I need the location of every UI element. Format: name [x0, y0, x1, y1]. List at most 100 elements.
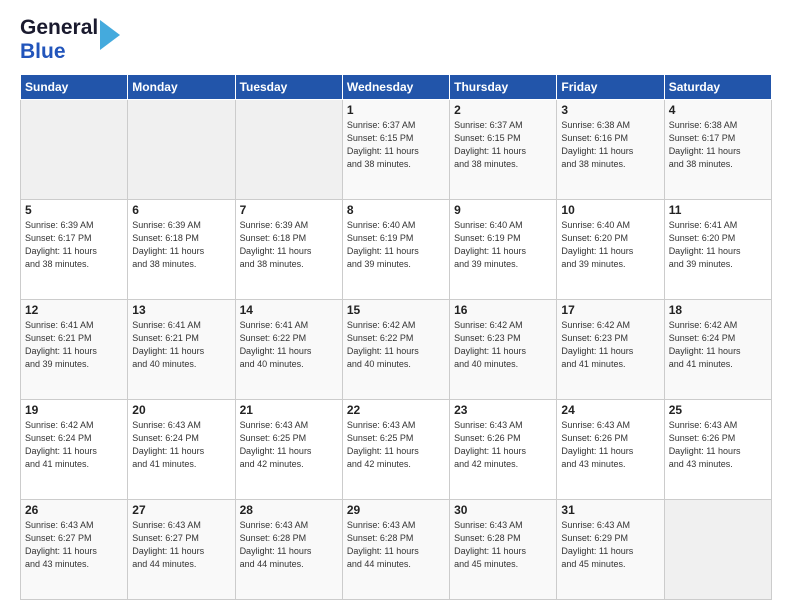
- day-number: 28: [240, 503, 338, 517]
- day-info: Sunrise: 6:40 AM Sunset: 6:20 PM Dayligh…: [561, 219, 659, 271]
- day-number: 20: [132, 403, 230, 417]
- calendar-cell: 4 Sunrise: 6:38 AM Sunset: 6:17 PM Daylig…: [664, 100, 771, 200]
- day-number: 27: [132, 503, 230, 517]
- day-number: 10: [561, 203, 659, 217]
- day-header-monday: Monday: [128, 75, 235, 100]
- logo-general-text: General: [20, 16, 98, 39]
- day-number: 23: [454, 403, 552, 417]
- day-number: 16: [454, 303, 552, 317]
- calendar-cell: 1 Sunrise: 6:37 AM Sunset: 6:15 PM Daylig…: [342, 100, 449, 200]
- day-info: Sunrise: 6:41 AM Sunset: 6:21 PM Dayligh…: [25, 319, 123, 371]
- day-number: 6: [132, 203, 230, 217]
- day-header-saturday: Saturday: [664, 75, 771, 100]
- day-info: Sunrise: 6:40 AM Sunset: 6:19 PM Dayligh…: [454, 219, 552, 271]
- day-info: Sunrise: 6:42 AM Sunset: 6:24 PM Dayligh…: [669, 319, 767, 371]
- calendar-cell: 14 Sunrise: 6:41 AM Sunset: 6:22 PM Dayli…: [235, 300, 342, 400]
- day-info: Sunrise: 6:43 AM Sunset: 6:26 PM Dayligh…: [454, 419, 552, 471]
- calendar-cell: 31 Sunrise: 6:43 AM Sunset: 6:29 PM Dayli…: [557, 500, 664, 600]
- day-info: Sunrise: 6:41 AM Sunset: 6:22 PM Dayligh…: [240, 319, 338, 371]
- day-number: 14: [240, 303, 338, 317]
- calendar-cell: 15Sunrise: 6:42 AM Sunset: 6:22 PM Dayli…: [342, 300, 449, 400]
- calendar-cell: [128, 100, 235, 200]
- day-info: Sunrise: 6:42 AM Sunset: 6:23 PM Dayligh…: [561, 319, 659, 371]
- calendar-cell: 30Sunrise: 6:43 AM Sunset: 6:28 PM Dayli…: [450, 500, 557, 600]
- calendar-cell: 25 Sunrise: 6:43 AM Sunset: 6:26 PM Dayli…: [664, 400, 771, 500]
- logo-arrow-icon: [100, 20, 120, 50]
- day-info: Sunrise: 6:39 AM Sunset: 6:17 PM Dayligh…: [25, 219, 123, 271]
- day-info: Sunrise: 6:39 AM Sunset: 6:18 PM Dayligh…: [132, 219, 230, 271]
- day-header-thursday: Thursday: [450, 75, 557, 100]
- calendar-header-row: SundayMondayTuesdayWednesdayThursdayFrid…: [21, 75, 772, 100]
- day-number: 17: [561, 303, 659, 317]
- day-header-sunday: Sunday: [21, 75, 128, 100]
- calendar-cell: 6 Sunrise: 6:39 AM Sunset: 6:18 PM Daylig…: [128, 200, 235, 300]
- calendar-cell: 13Sunrise: 6:41 AM Sunset: 6:21 PM Dayli…: [128, 300, 235, 400]
- calendar-cell: [235, 100, 342, 200]
- day-info: Sunrise: 6:43 AM Sunset: 6:28 PM Dayligh…: [454, 519, 552, 571]
- day-number: 22: [347, 403, 445, 417]
- day-number: 19: [25, 403, 123, 417]
- calendar-cell: 27 Sunrise: 6:43 AM Sunset: 6:27 PM Dayli…: [128, 500, 235, 600]
- day-info: Sunrise: 6:43 AM Sunset: 6:27 PM Dayligh…: [25, 519, 123, 571]
- day-number: 4: [669, 103, 767, 117]
- calendar-cell: 17 Sunrise: 6:42 AM Sunset: 6:23 PM Dayli…: [557, 300, 664, 400]
- day-number: 25: [669, 403, 767, 417]
- calendar-cell: 20 Sunrise: 6:43 AM Sunset: 6:24 PM Dayli…: [128, 400, 235, 500]
- day-info: Sunrise: 6:37 AM Sunset: 6:15 PM Dayligh…: [454, 119, 552, 171]
- day-number: 9: [454, 203, 552, 217]
- calendar-cell: 9 Sunrise: 6:40 AM Sunset: 6:19 PM Daylig…: [450, 200, 557, 300]
- day-number: 11: [669, 203, 767, 217]
- day-number: 7: [240, 203, 338, 217]
- day-number: 8: [347, 203, 445, 217]
- day-info: Sunrise: 6:37 AM Sunset: 6:15 PM Dayligh…: [347, 119, 445, 171]
- day-info: Sunrise: 6:43 AM Sunset: 6:24 PM Dayligh…: [132, 419, 230, 471]
- logo-blue-text: Blue: [20, 40, 66, 63]
- day-info: Sunrise: 6:43 AM Sunset: 6:28 PM Dayligh…: [240, 519, 338, 571]
- day-info: Sunrise: 6:42 AM Sunset: 6:24 PM Dayligh…: [25, 419, 123, 471]
- day-number: 31: [561, 503, 659, 517]
- day-info: Sunrise: 6:38 AM Sunset: 6:16 PM Dayligh…: [561, 119, 659, 171]
- calendar-cell: 23 Sunrise: 6:43 AM Sunset: 6:26 PM Dayli…: [450, 400, 557, 500]
- day-number: 21: [240, 403, 338, 417]
- day-info: Sunrise: 6:43 AM Sunset: 6:25 PM Dayligh…: [347, 419, 445, 471]
- day-info: Sunrise: 6:39 AM Sunset: 6:18 PM Dayligh…: [240, 219, 338, 271]
- day-number: 26: [25, 503, 123, 517]
- calendar-cell: 8 Sunrise: 6:40 AM Sunset: 6:19 PM Daylig…: [342, 200, 449, 300]
- calendar-week-row: 19 Sunrise: 6:42 AM Sunset: 6:24 PM Dayli…: [21, 400, 772, 500]
- calendar-cell: 19 Sunrise: 6:42 AM Sunset: 6:24 PM Dayli…: [21, 400, 128, 500]
- day-number: 15: [347, 303, 445, 317]
- calendar-cell: [21, 100, 128, 200]
- calendar-cell: 7 Sunrise: 6:39 AM Sunset: 6:18 PM Daylig…: [235, 200, 342, 300]
- page: General Blue SundayMondayTuesdayWednesda…: [0, 0, 792, 612]
- day-info: Sunrise: 6:43 AM Sunset: 6:29 PM Dayligh…: [561, 519, 659, 571]
- day-info: Sunrise: 6:38 AM Sunset: 6:17 PM Dayligh…: [669, 119, 767, 171]
- day-number: 3: [561, 103, 659, 117]
- day-info: Sunrise: 6:43 AM Sunset: 6:25 PM Dayligh…: [240, 419, 338, 471]
- calendar-cell: 12 Sunrise: 6:41 AM Sunset: 6:21 PM Dayli…: [21, 300, 128, 400]
- day-info: Sunrise: 6:41 AM Sunset: 6:20 PM Dayligh…: [669, 219, 767, 271]
- day-number: 29: [347, 503, 445, 517]
- day-info: Sunrise: 6:42 AM Sunset: 6:23 PM Dayligh…: [454, 319, 552, 371]
- day-number: 12: [25, 303, 123, 317]
- calendar-cell: 5 Sunrise: 6:39 AM Sunset: 6:17 PM Daylig…: [21, 200, 128, 300]
- day-info: Sunrise: 6:41 AM Sunset: 6:21 PM Dayligh…: [132, 319, 230, 371]
- calendar-cell: 18Sunrise: 6:42 AM Sunset: 6:24 PM Dayli…: [664, 300, 771, 400]
- day-info: Sunrise: 6:43 AM Sunset: 6:28 PM Dayligh…: [347, 519, 445, 571]
- day-info: Sunrise: 6:40 AM Sunset: 6:19 PM Dayligh…: [347, 219, 445, 271]
- calendar-cell: 21 Sunrise: 6:43 AM Sunset: 6:25 PM Dayli…: [235, 400, 342, 500]
- day-info: Sunrise: 6:43 AM Sunset: 6:26 PM Dayligh…: [561, 419, 659, 471]
- calendar-week-row: 1 Sunrise: 6:37 AM Sunset: 6:15 PM Daylig…: [21, 100, 772, 200]
- day-info: Sunrise: 6:43 AM Sunset: 6:26 PM Dayligh…: [669, 419, 767, 471]
- calendar-cell: 26 Sunrise: 6:43 AM Sunset: 6:27 PM Dayli…: [21, 500, 128, 600]
- day-number: 1: [347, 103, 445, 117]
- day-header-tuesday: Tuesday: [235, 75, 342, 100]
- day-header-friday: Friday: [557, 75, 664, 100]
- calendar-week-row: 12 Sunrise: 6:41 AM Sunset: 6:21 PM Dayli…: [21, 300, 772, 400]
- day-number: 5: [25, 203, 123, 217]
- day-header-wednesday: Wednesday: [342, 75, 449, 100]
- calendar-cell: 29 Sunrise: 6:43 AM Sunset: 6:28 PM Dayli…: [342, 500, 449, 600]
- calendar-week-row: 5 Sunrise: 6:39 AM Sunset: 6:17 PM Daylig…: [21, 200, 772, 300]
- day-info: Sunrise: 6:43 AM Sunset: 6:27 PM Dayligh…: [132, 519, 230, 571]
- calendar-week-row: 26 Sunrise: 6:43 AM Sunset: 6:27 PM Dayli…: [21, 500, 772, 600]
- calendar-cell: 22 Sunrise: 6:43 AM Sunset: 6:25 PM Dayli…: [342, 400, 449, 500]
